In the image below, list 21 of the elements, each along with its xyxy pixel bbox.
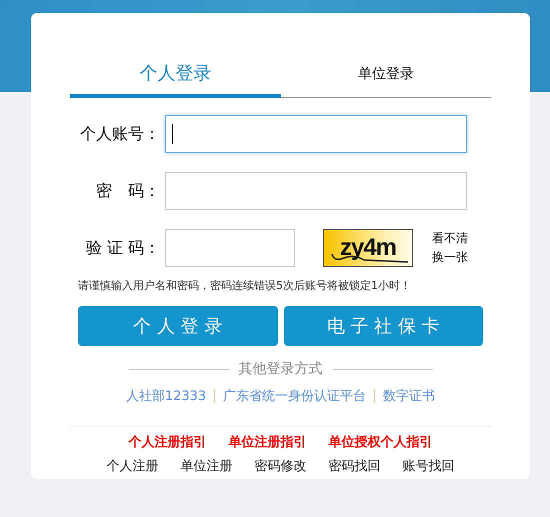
account-field[interactable] — [165, 115, 467, 153]
login-tab[interactable]: 单位登录 — [280, 61, 491, 98]
captcha-image[interactable]: zy4m — [323, 229, 413, 267]
warning-text: 请谨慎输入用户名和密码，密码连续错误5次后账号将被锁定1小时！ — [77, 278, 412, 293]
account-link[interactable]: 个人注册 — [106, 457, 158, 475]
account-link[interactable]: 账号找回 — [402, 457, 454, 475]
section-title: 其他登录方式 — [238, 360, 322, 378]
field-label: 验 证 码： — [84, 238, 160, 258]
guide-link[interactable]: 单位注册指引 — [228, 433, 306, 451]
account-link[interactable]: 密码找回 — [328, 457, 380, 475]
account-link[interactable]: 单位注册 — [180, 457, 232, 475]
guide-link[interactable]: 单位授权个人指引 — [328, 433, 432, 451]
account-link[interactable]: 密码修改 — [254, 457, 306, 475]
captcha-field[interactable] — [165, 229, 295, 267]
refresh-link[interactable]: 换一张 — [432, 248, 468, 267]
login-tab[interactable]: 个人登录 — [70, 61, 280, 98]
refresh-link[interactable]: 看不清 — [432, 229, 468, 248]
password-field[interactable] — [165, 172, 467, 210]
field-label: 密 码： — [95, 180, 160, 202]
field-label: 个人账号： — [79, 124, 160, 144]
guide-link[interactable]: 个人注册指引 — [128, 433, 206, 451]
